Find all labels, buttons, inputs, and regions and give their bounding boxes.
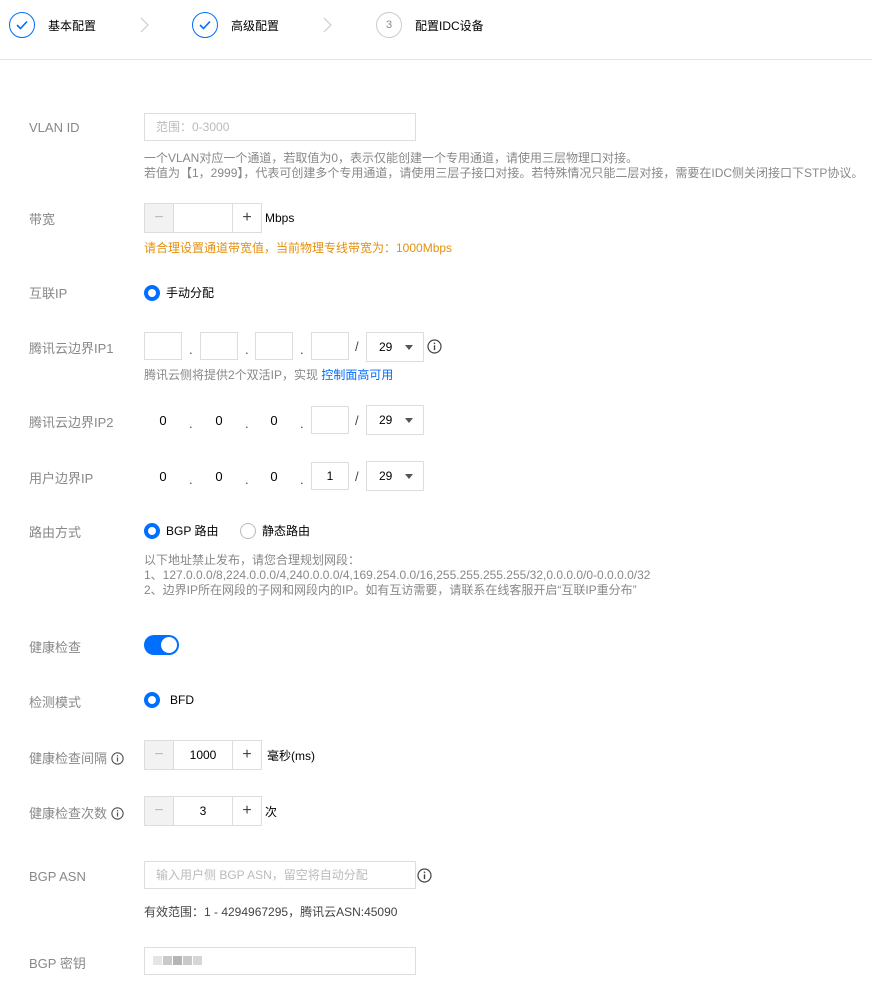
ip1-octet-2[interactable] [200,332,238,360]
select-value: 29 [379,340,393,354]
detect-mode-label: 检测模式 [29,695,82,710]
toggle-knob [161,637,177,653]
routing-hint-1: 以下地址禁止发布，请您合理规划网段： [144,553,361,567]
radio-label: 静态路由 [262,524,311,538]
user-ip-octet-4[interactable]: 1 [311,462,349,490]
check-interval-unit: 毫秒(ms) [267,749,315,763]
check-count-input[interactable]: 3 [174,797,232,825]
routing-label: 路由方式 [29,525,82,540]
radio-label: BGP 路由 [166,524,219,538]
user-ip-octet-2: 0 [215,468,223,484]
vlan-id-label: VLAN ID [29,120,80,135]
radio-selected-icon [144,284,160,301]
radio-selected-icon [144,692,160,708]
ip1-octet-3[interactable] [255,332,293,360]
step-label: 高级配置 [231,18,280,33]
health-check-toggle[interactable] [144,635,179,655]
routing-hint-3: 2、边界IP所在网段的子网和网段内的IP。如有互访需要，请联系在线客服开启“互联… [144,583,637,597]
bgp-key-input[interactable] [144,947,416,975]
routing-hint-2: 1、127.0.0.0/8,224.0.0.0/4,240.0.0.0/4,16… [144,568,651,582]
ip1-mask-select[interactable]: 29 [366,332,424,362]
health-check-label: 健康检查 [29,640,82,655]
caret-down-icon [405,474,413,479]
ip2-octet-3: 0 [270,412,278,428]
masked-key-value [153,956,202,965]
step-label: 基本配置 [48,18,97,33]
increment-button[interactable]: + [232,741,261,769]
info-icon[interactable] [417,868,432,883]
vlan-hint-2: 若值为【1，2999】，代表可创建多个专用通道，请使用三层子接口对接。若特殊情况… [144,166,864,180]
step-advanced-config[interactable]: 高级配置 [192,11,279,39]
caret-down-icon [405,418,413,423]
radio-label: BFD [170,693,194,707]
select-value: 29 [379,469,393,483]
user-ip-octet-1: 0 [159,468,167,484]
ip2-mask-select[interactable]: 29 [366,405,424,435]
step-number: 3 [376,12,402,38]
check-count-stepper: − 3 + [144,796,262,826]
user-ip-label: 用户边界IP [29,471,94,486]
bandwidth-unit: Mbps [265,211,295,225]
increment-button[interactable]: + [232,797,261,825]
interconnect-ip-label: 互联IP [29,286,68,301]
step-label: 配置IDC设备 [415,18,484,33]
info-icon[interactable] [111,752,124,765]
decrement-button[interactable]: − [145,797,174,825]
manual-assign-radio[interactable]: 手动分配 [144,284,214,301]
check-count-label: 健康检查次数 [29,803,124,822]
bgp-asn-input[interactable]: 输入用户侧 BGP ASN，留空将自动分配 [144,861,416,889]
control-plane-ha-link[interactable]: 控制面高可用 [321,368,393,382]
increment-button[interactable]: + [232,204,261,232]
ip1-octet-4[interactable] [311,332,349,360]
bgp-asn-hint: 有效范围：1 - 4294967295，腾讯云ASN:45090 [144,905,398,919]
bandwidth-stepper: − + [144,203,262,233]
check-icon [9,12,35,38]
bandwidth-label: 带宽 [29,212,56,227]
select-value: 29 [379,413,393,427]
bgp-asn-label: BGP ASN [29,869,86,884]
caret-down-icon [405,345,413,350]
static-routing-radio[interactable]: 静态路由 [240,522,310,539]
bfd-radio[interactable]: BFD [144,692,194,708]
ip1-octet-1[interactable] [144,332,182,360]
user-ip-mask-select[interactable]: 29 [366,461,424,491]
bandwidth-input[interactable] [174,204,232,232]
vlan-id-input[interactable]: 范围：0-3000 [144,113,416,141]
bandwidth-warning: 请合理设置通道带宽值，当前物理专线带宽为：1000Mbps [144,241,453,255]
info-icon[interactable] [111,807,124,820]
chevron-right-icon [323,17,332,33]
check-interval-label: 健康检查间隔 [29,748,124,767]
chevron-right-icon [140,17,149,33]
bgp-routing-radio[interactable]: BGP 路由 [144,522,218,539]
tencent-ip2-label: 腾讯云边界IP2 [29,415,114,430]
bgp-key-label: BGP 密钥 [29,956,86,971]
decrement-button[interactable]: − [145,741,174,769]
ip2-octet-4[interactable] [311,406,349,434]
info-icon[interactable] [427,339,442,354]
step-basic-config[interactable]: 基本配置 [9,11,96,39]
user-ip-octet-3: 0 [270,468,278,484]
step-idc-config[interactable]: 3 配置IDC设备 [376,11,484,39]
ip1-hint: 腾讯云侧将提供2个双活IP，实现 控制面高可用 [144,368,394,382]
vlan-hint-1: 一个VLAN对应一个通道，若取值为0，表示仅能创建一个专用通道，请使用三层物理口… [144,151,639,165]
check-interval-input[interactable]: 1000 [174,741,232,769]
decrement-button[interactable]: − [145,204,174,232]
check-count-unit: 次 [265,805,278,819]
check-icon [192,12,218,38]
check-interval-stepper: − 1000 + [144,740,262,770]
radio-unselected-icon [240,522,256,539]
steps-bar: 基本配置 高级配置 3 配置IDC设备 [0,0,872,60]
radio-label: 手动分配 [166,286,215,300]
tencent-ip1-label: 腾讯云边界IP1 [29,341,114,356]
ip2-octet-2: 0 [215,412,223,428]
ip2-octet-1: 0 [159,412,167,428]
radio-selected-icon [144,522,160,539]
